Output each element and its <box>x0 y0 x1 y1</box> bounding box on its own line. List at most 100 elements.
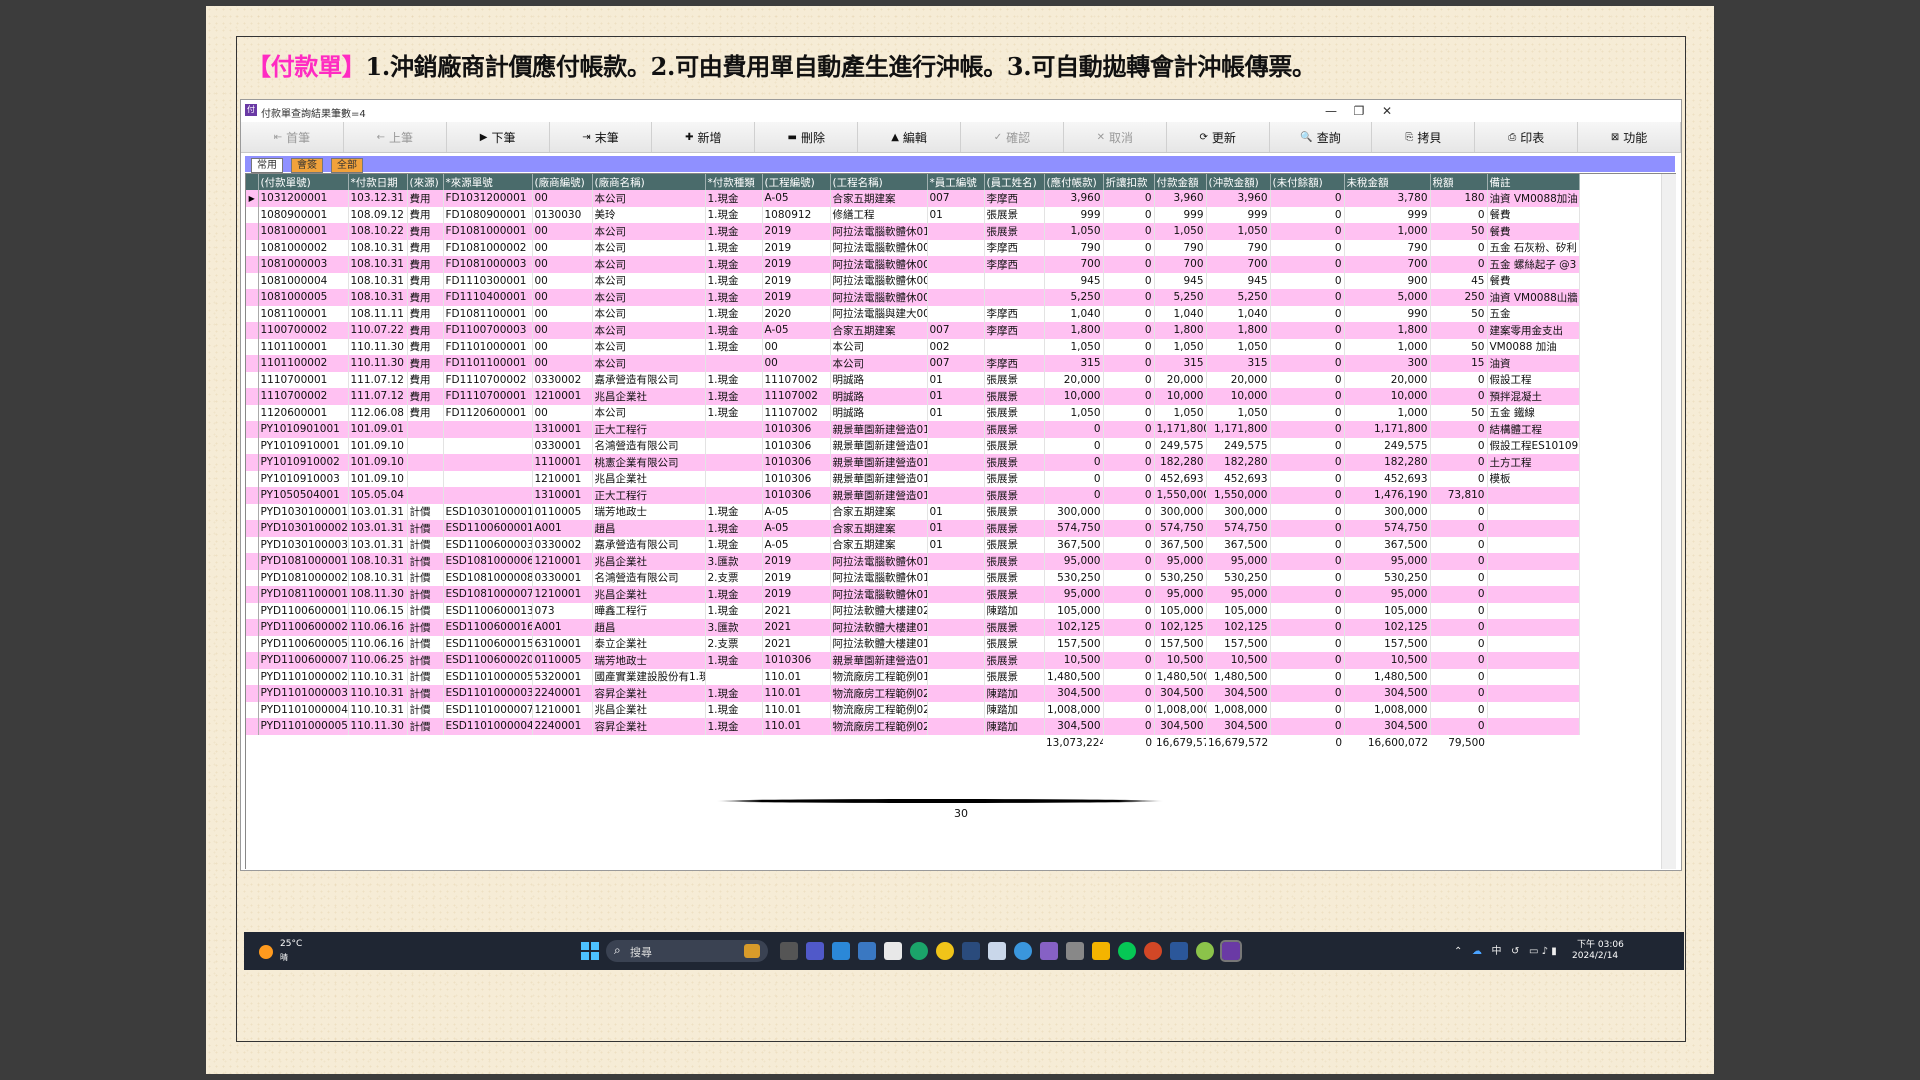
row-selector[interactable] <box>246 338 259 355</box>
table-row[interactable]: 1081000001 108.10.22 費用 FD1081000001 00 本公司 1.… <box>246 223 1580 240</box>
erp-app-icon[interactable] <box>1220 940 1242 962</box>
table-row[interactable]: PYD1100600001 110.06.15 計價 ESD1100600013 073… <box>246 602 1580 619</box>
folder-icon[interactable] <box>1092 942 1110 960</box>
table-row[interactable]: PYD1030100003 103.01.31 計價 ESD1100600003 033… <box>246 536 1580 553</box>
toolbar-button-10[interactable]: 🔍 查詢 <box>1270 122 1373 152</box>
browser-icon[interactable] <box>1014 942 1032 960</box>
toolbar-button-9[interactable]: ⟳ 更新 <box>1167 122 1270 152</box>
column-header[interactable]: *付款種類 <box>705 174 763 190</box>
row-selector[interactable] <box>246 272 259 289</box>
table-row[interactable]: PYD1100600005 110.06.16 計價 ESD1100600015 631… <box>246 635 1580 652</box>
row-selector[interactable] <box>246 586 259 603</box>
chrome-icon[interactable] <box>936 942 954 960</box>
row-selector[interactable]: ▶ <box>246 190 259 207</box>
tools-icon[interactable] <box>1066 942 1084 960</box>
row-selector[interactable] <box>246 619 259 636</box>
table-row[interactable]: PY1010910001 101.09.10 0330001 名鴻營造有限公司 1010… <box>246 437 1580 454</box>
toolbar-button-7[interactable]: ✓ 確認 <box>961 122 1064 152</box>
table-row[interactable]: PYD1100600002 110.06.16 計價 ESD1100600016 A00… <box>246 619 1580 636</box>
table-row[interactable]: 1081100001 108.11.11 費用 FD1081100001 00 本公司 1.… <box>246 305 1580 322</box>
table-row[interactable]: PY1010901001 101.09.01 1310001 正大工程行 1010306… <box>246 421 1580 438</box>
row-selector[interactable] <box>246 206 259 223</box>
column-header[interactable]: (來源) <box>407 174 444 190</box>
row-selector[interactable] <box>246 520 259 537</box>
row-selector[interactable] <box>246 421 259 438</box>
visual-studio-icon[interactable] <box>1040 942 1058 960</box>
ime-mode-icon[interactable]: ↺ <box>1511 946 1519 957</box>
photos-icon[interactable] <box>858 942 876 960</box>
row-selector[interactable] <box>246 371 259 388</box>
snipping-icon[interactable] <box>962 942 980 960</box>
table-row[interactable]: 1081000003 108.10.31 費用 FD1081000003 00 本公司 1.… <box>246 256 1580 273</box>
row-selector[interactable] <box>246 685 259 702</box>
table-row[interactable]: PYD1081000002 108.10.31 計價 ESD1081000008 033… <box>246 569 1580 586</box>
row-selector[interactable] <box>246 536 259 553</box>
toolbar-button-13[interactable]: ⊠ 功能 <box>1578 122 1682 152</box>
row-selector[interactable] <box>246 256 259 273</box>
vertical-scrollbar[interactable] <box>1661 174 1676 869</box>
column-header[interactable]: 備註 <box>1487 174 1580 190</box>
column-header[interactable]: 折讓扣款 <box>1103 174 1155 190</box>
row-selector[interactable] <box>246 355 259 372</box>
table-row[interactable]: 1110700001 111.07.12 費用 FD1110700002 0330002… <box>246 371 1580 388</box>
line-icon[interactable] <box>1118 942 1136 960</box>
table-row[interactable]: PY1050504001 105.05.04 1310001 正大工程行 1010306… <box>246 487 1580 504</box>
row-selector[interactable] <box>246 239 259 256</box>
table-row[interactable]: PYD1030100001 103.01.31 計價 ESD1030100001 011… <box>246 503 1580 520</box>
edge-icon[interactable] <box>910 942 928 960</box>
toolbar-button-1[interactable]: ← 上筆 <box>344 122 447 152</box>
row-selector[interactable] <box>246 635 259 652</box>
column-header[interactable]: (應付帳款) <box>1044 174 1104 190</box>
taskbar-search[interactable]: ⌕ 搜尋 <box>606 940 768 962</box>
maximize-button[interactable]: ❐ <box>1345 102 1373 120</box>
table-row[interactable]: 1100700002 110.07.22 費用 FD1100700003 00 本公司 1.… <box>246 322 1580 339</box>
table-row[interactable]: PYD1101000002 110.10.31 計價 ESD1101000005 532… <box>246 668 1580 685</box>
column-header[interactable]: 稅額 <box>1430 174 1488 190</box>
table-row[interactable]: 1081000005 108.10.31 費用 FD1110400001 00 本公司 1.… <box>246 289 1580 306</box>
row-selector[interactable] <box>246 652 259 669</box>
row-selector[interactable] <box>246 487 259 504</box>
column-header[interactable]: (員工姓名) <box>984 174 1045 190</box>
table-row[interactable]: 1101100002 110.11.30 費用 FD1101100001 00 本公司 00… <box>246 355 1580 372</box>
row-selector[interactable] <box>246 602 259 619</box>
network-icon[interactable]: ▭ <box>1529 946 1538 957</box>
task-view-icon[interactable] <box>780 942 798 960</box>
table-row[interactable]: 1110700002 111.07.12 費用 FD1110700001 1210001… <box>246 388 1580 405</box>
row-selector[interactable] <box>246 503 259 520</box>
store-icon[interactable] <box>884 942 902 960</box>
toolbar-button-12[interactable]: ⎙ 印表 <box>1475 122 1579 152</box>
row-selector[interactable] <box>246 322 259 339</box>
table-row[interactable]: 1101100001 110.11.30 費用 FD1101000001 00 本公司 1.… <box>246 338 1580 355</box>
table-row[interactable]: PY1010910002 101.09.10 1110001 桃憲企業有限公司 1010… <box>246 454 1580 471</box>
table-row[interactable]: PYD1101000005 110.11.30 計價 ESD1101000004 224… <box>246 718 1580 735</box>
row-selector[interactable] <box>246 701 259 718</box>
column-header[interactable]: 未稅金額 <box>1344 174 1431 190</box>
row-selector[interactable] <box>246 569 259 586</box>
onedrive-icon[interactable]: ☁ <box>1472 946 1482 957</box>
row-selector[interactable] <box>246 454 259 471</box>
row-selector[interactable] <box>246 437 259 454</box>
column-header[interactable]: *付款日期 <box>348 174 408 190</box>
column-header[interactable]: (廠商編號) <box>532 174 593 190</box>
row-selector[interactable] <box>246 470 259 487</box>
column-header[interactable]: (廠商名稱) <box>592 174 706 190</box>
ime-indicator[interactable]: 中 <box>1491 946 1501 957</box>
tray-chevron-icon[interactable]: ⌃ <box>1454 946 1462 957</box>
row-selector[interactable] <box>246 718 259 735</box>
column-header[interactable]: *員工編號 <box>927 174 985 190</box>
row-selector[interactable] <box>246 404 259 421</box>
chrome-profile-icon[interactable] <box>1196 942 1214 960</box>
toolbar-button-3[interactable]: ⇥ 末筆 <box>550 122 653 152</box>
table-row[interactable]: PYD1030100002 103.01.31 計價 ESD1100600001 A00… <box>246 520 1580 537</box>
column-header[interactable]: (沖款金額) <box>1206 174 1271 190</box>
row-selector[interactable] <box>246 553 259 570</box>
table-row[interactable]: 1120600001 112.06.08 費用 FD1120600001 00 本公司 1.… <box>246 404 1580 421</box>
table-row[interactable]: PY1010910003 101.09.10 1210001 兆昌企業社 1010306… <box>246 470 1580 487</box>
row-selector[interactable] <box>246 223 259 240</box>
table-row[interactable]: 1081000002 108.10.31 費用 FD1081000002 00 本公司 1.… <box>246 239 1580 256</box>
mail-icon[interactable] <box>988 942 1006 960</box>
toolbar-button-11[interactable]: ⎘ 拷貝 <box>1372 122 1476 152</box>
row-selector[interactable] <box>246 305 259 322</box>
powerpoint-icon[interactable] <box>1144 942 1162 960</box>
column-header[interactable]: (工程名稱) <box>830 174 928 190</box>
